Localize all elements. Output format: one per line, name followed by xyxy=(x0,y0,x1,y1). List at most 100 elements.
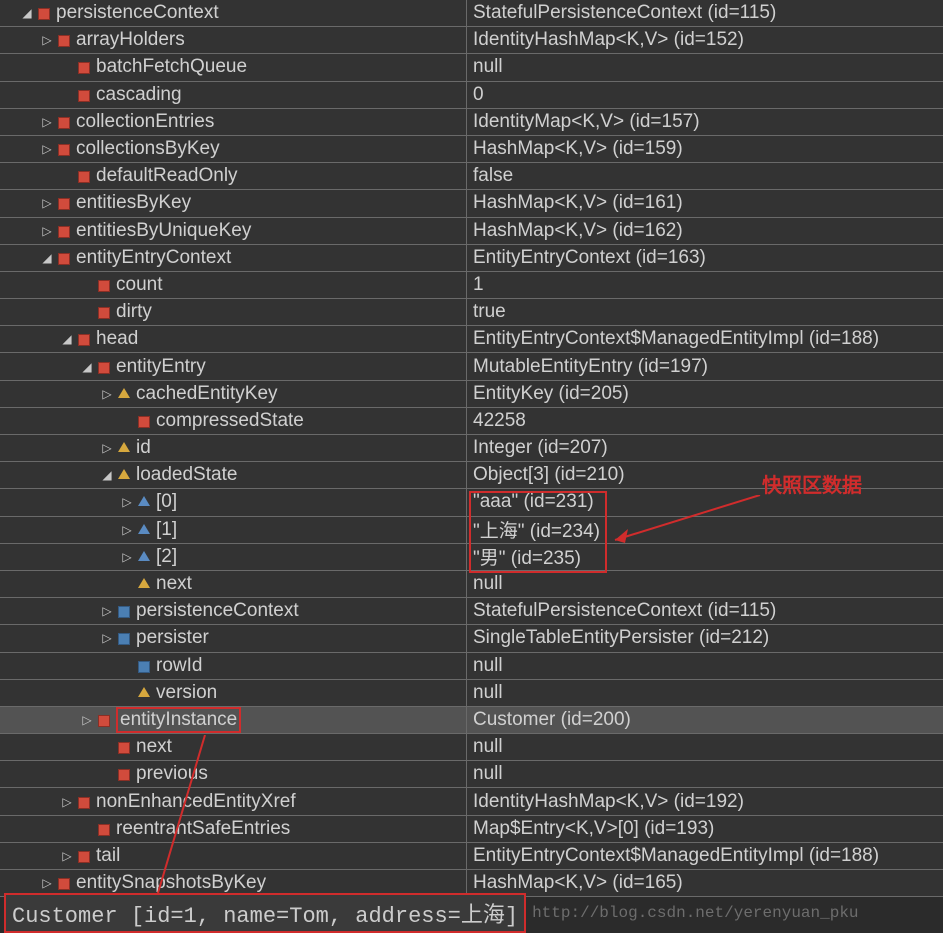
table-row[interactable]: nextnull xyxy=(0,571,943,598)
chevron-down-icon[interactable]: ◢ xyxy=(40,251,54,265)
table-row[interactable]: next null xyxy=(0,734,943,761)
table-row[interactable]: ▷[2]"男" (id=235) xyxy=(0,544,943,571)
table-row[interactable]: cascading0 xyxy=(0,82,943,109)
chevron-right-icon[interactable]: ▷ xyxy=(40,224,54,238)
table-row[interactable]: ▷cachedEntityKeyEntityKey (id=205) xyxy=(0,381,943,408)
field-icon xyxy=(118,606,130,618)
table-row[interactable]: compressedState42258 xyxy=(0,408,943,435)
field-icon xyxy=(78,851,90,863)
chevron-right-icon[interactable]: ▷ xyxy=(80,713,94,727)
table-row[interactable]: ▷entitiesByKeyHashMap<K,V> (id=161) xyxy=(0,190,943,217)
field-icon xyxy=(78,334,90,346)
chevron-right-icon[interactable]: ▷ xyxy=(100,631,114,645)
variables-table: ◢persistenceContextStatefulPersistenceCo… xyxy=(0,0,943,897)
table-row[interactable]: batchFetchQueuenull xyxy=(0,54,943,81)
name-cell: compressedState xyxy=(0,408,467,434)
chevron-down-icon[interactable]: ◢ xyxy=(20,6,34,20)
field-name: collectionEntries xyxy=(76,111,214,133)
table-row[interactable]: versionnull xyxy=(0,680,943,707)
field-name: persistenceContext xyxy=(56,2,219,24)
field-icon xyxy=(118,469,130,479)
field-icon xyxy=(38,8,50,20)
table-row[interactable]: ◢entityEntryMutableEntityEntry (id=197) xyxy=(0,353,943,380)
table-row[interactable]: ▷ id Integer (id=207) xyxy=(0,435,943,462)
table-row[interactable]: dirtytrue xyxy=(0,299,943,326)
chevron-right-icon[interactable]: ▷ xyxy=(40,115,54,129)
field-name: next xyxy=(136,736,172,758)
table-row[interactable]: defaultReadOnly false xyxy=(0,163,943,190)
chevron-right-icon[interactable]: ▷ xyxy=(60,795,74,809)
value-cell: HashMap<K,V> (id=161) xyxy=(467,192,943,214)
field-icon xyxy=(98,280,110,292)
tostring-output: Customer [id=1, name=Tom, address=上海] xyxy=(4,893,526,933)
name-cell: ◢ loadedState xyxy=(0,462,467,488)
table-row[interactable]: ◢entityEntryContextEntityEntryContext (i… xyxy=(0,245,943,272)
table-row[interactable]: ◢persistenceContextStatefulPersistenceCo… xyxy=(0,0,943,27)
field-name: arrayHolders xyxy=(76,29,185,51)
chevron-right-icon[interactable]: ▷ xyxy=(40,33,54,47)
chevron-down-icon[interactable]: ◢ xyxy=(60,332,74,346)
field-name: version xyxy=(156,682,217,704)
chevron-right-icon[interactable]: ▷ xyxy=(100,387,114,401)
name-cell: ▷entitiesByKey xyxy=(0,190,467,216)
field-name: next xyxy=(156,573,192,595)
chevron-right-icon[interactable]: ▷ xyxy=(60,849,74,863)
field-name: id xyxy=(136,437,151,459)
table-row[interactable]: ▷arrayHoldersIdentityHashMap<K,V> (id=15… xyxy=(0,27,943,54)
field-icon xyxy=(58,35,70,47)
field-icon xyxy=(138,687,150,697)
table-row[interactable]: ▷nonEnhancedEntityXrefIdentityHashMap<K,… xyxy=(0,788,943,815)
name-cell: ◢ persistenceContext xyxy=(0,0,467,26)
table-row[interactable]: ◢headEntityEntryContext$ManagedEntityImp… xyxy=(0,326,943,353)
name-cell: next xyxy=(0,571,467,597)
table-row[interactable]: ▷persistenceContextStatefulPersistenceCo… xyxy=(0,598,943,625)
field-name: tail xyxy=(96,845,120,867)
field-name: nonEnhancedEntityXref xyxy=(96,791,296,813)
table-row[interactable]: ▷tailEntityEntryContext$ManagedEntityImp… xyxy=(0,843,943,870)
field-name: entityInstance xyxy=(116,707,241,733)
chevron-right-icon[interactable]: ▷ xyxy=(40,142,54,156)
chevron-right-icon[interactable]: ▷ xyxy=(100,604,114,618)
value-cell: MutableEntityEntry (id=197) xyxy=(467,356,943,378)
chevron-right-icon[interactable]: ▷ xyxy=(120,550,134,564)
value-cell: EntityEntryContext (id=163) xyxy=(467,247,943,269)
value-cell: false xyxy=(467,165,943,187)
value-cell: null xyxy=(467,736,943,758)
name-cell: defaultReadOnly xyxy=(0,163,467,189)
value-cell: Customer (id=200) xyxy=(467,709,943,731)
table-row[interactable]: ▷persisterSingleTableEntityPersister (id… xyxy=(0,625,943,652)
chevron-right-icon[interactable]: ▷ xyxy=(40,196,54,210)
chevron-right-icon[interactable]: ▷ xyxy=(100,441,114,455)
name-cell: dirty xyxy=(0,299,467,325)
field-name: head xyxy=(96,328,138,350)
table-row[interactable]: ▷entitiesByUniqueKeyHashMap<K,V> (id=162… xyxy=(0,218,943,245)
chevron-down-icon[interactable]: ◢ xyxy=(100,468,114,482)
name-cell: ▷[1] xyxy=(0,517,467,543)
value-cell: Integer (id=207) xyxy=(467,437,943,459)
chevron-down-icon[interactable]: ◢ xyxy=(80,360,94,374)
value-cell: SingleTableEntityPersister (id=212) xyxy=(467,627,943,649)
table-row[interactable]: previousnull xyxy=(0,761,943,788)
table-row[interactable]: count1 xyxy=(0,272,943,299)
name-cell: ▷entitiesByUniqueKey xyxy=(0,218,467,244)
field-icon xyxy=(78,90,90,102)
name-cell: ▷persistenceContext xyxy=(0,598,467,624)
field-name: cascading xyxy=(96,84,182,106)
field-name: loadedState xyxy=(136,464,237,486)
field-icon xyxy=(138,578,150,588)
field-icon xyxy=(118,633,130,645)
table-row[interactable]: ▷[1]"上海" (id=234) xyxy=(0,517,943,544)
field-name: defaultReadOnly xyxy=(96,165,238,187)
field-icon xyxy=(78,797,90,809)
table-row[interactable]: reentrantSafeEntriesMap$Entry<K,V>[0] (i… xyxy=(0,816,943,843)
field-name: batchFetchQueue xyxy=(96,56,247,78)
chevron-right-icon[interactable]: ▷ xyxy=(120,495,134,509)
table-row[interactable]: ▷collectionEntriesIdentityMap<K,V> (id=1… xyxy=(0,109,943,136)
table-row[interactable]: ▷collectionsByKeyHashMap<K,V> (id=159) xyxy=(0,136,943,163)
field-icon xyxy=(118,388,130,398)
chevron-right-icon[interactable]: ▷ xyxy=(40,876,54,890)
chevron-right-icon[interactable]: ▷ xyxy=(120,523,134,537)
table-row[interactable]: ▷ entityInstance Customer (id=200) xyxy=(0,707,943,734)
table-row[interactable]: rowIdnull xyxy=(0,653,943,680)
field-icon xyxy=(58,226,70,238)
